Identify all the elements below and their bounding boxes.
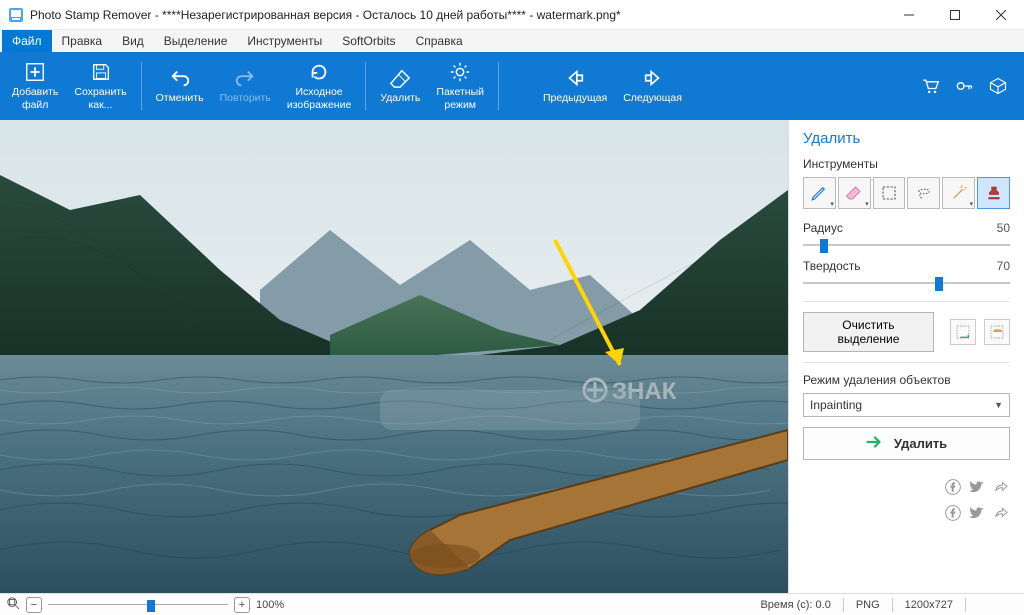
ribbon-label: Исходное изображение — [287, 86, 351, 110]
key-icon[interactable] — [952, 74, 976, 98]
lasso-tool[interactable] — [907, 177, 940, 209]
radius-slider[interactable] — [803, 237, 1010, 253]
save-as-button[interactable]: Сохранить как... — [66, 56, 134, 116]
batch-mode-button[interactable]: Пакетный режим — [428, 56, 492, 116]
titlebar: Photo Stamp Remover - ****Незарегистриро… — [0, 0, 1024, 30]
panel-heading: Удалить — [803, 130, 1010, 147]
eraser-tool[interactable]: ▾ — [838, 177, 871, 209]
hardness-slider[interactable] — [803, 275, 1010, 291]
zoom-percent: 100% — [256, 599, 284, 611]
main-area: ЗНАК Удалить Инструменты ▾ ▾ ▾ Радиус 50 — [0, 120, 1024, 593]
ribbon-label: Отменить — [156, 92, 204, 104]
zoom-slider[interactable] — [48, 597, 228, 613]
ribbon-label: Добавить файл — [12, 86, 58, 110]
share-icon[interactable] — [992, 478, 1010, 496]
stamp-tool[interactable] — [977, 177, 1010, 209]
ribbon-label: Повторить — [220, 92, 271, 104]
time-label: Время (с): — [760, 599, 812, 611]
window-title: Photo Stamp Remover - ****Незарегистриро… — [30, 8, 886, 22]
redo-icon — [234, 67, 256, 89]
remove-mode-select[interactable]: Inpainting ▼ — [803, 393, 1010, 417]
menu-tools[interactable]: Инструменты — [237, 30, 332, 52]
share-icon-2[interactable] — [992, 504, 1010, 522]
add-file-button[interactable]: Добавить файл — [4, 56, 66, 116]
ribbon-label: Следующая — [623, 92, 682, 104]
maximize-button[interactable] — [932, 0, 978, 29]
undo-button[interactable]: Отменить — [148, 56, 212, 116]
next-image-button[interactable]: Следующая — [615, 56, 690, 116]
format-label: PNG — [856, 599, 880, 611]
canvas[interactable]: ЗНАК — [0, 120, 788, 593]
menu-selection[interactable]: Выделение — [154, 30, 238, 52]
facebook-icon-2[interactable] — [944, 504, 962, 522]
reset-image-button[interactable]: Исходное изображение — [279, 56, 359, 116]
arrow-right-icon — [642, 67, 664, 89]
marquee-tool[interactable] — [873, 177, 906, 209]
remove-action-button[interactable]: Удалить — [803, 427, 1010, 460]
arrow-right-green-icon — [866, 435, 884, 452]
radius-label: Радиус — [803, 221, 991, 235]
ribbon-label: Сохранить как... — [74, 86, 126, 110]
twitter-icon[interactable] — [968, 478, 986, 496]
selection-load-icon[interactable] — [984, 319, 1010, 345]
statusbar: − + 100% Время (с): 0.0 PNG 1200x727 — [0, 593, 1024, 615]
magic-wand-tool[interactable]: ▾ — [942, 177, 975, 209]
minimize-button[interactable] — [886, 0, 932, 29]
menu-softorbits[interactable]: SoftOrbits — [332, 30, 405, 52]
ribbon-toolbar: Добавить файл Сохранить как... Отменить … — [0, 52, 1024, 120]
pencil-tool[interactable]: ▾ — [803, 177, 836, 209]
menu-file[interactable]: Файл — [2, 30, 52, 52]
remove-button[interactable]: Удалить — [372, 56, 428, 116]
app-icon — [8, 7, 24, 23]
facebook-icon[interactable] — [944, 478, 962, 496]
ribbon-label: Удалить — [380, 92, 420, 104]
menu-edit[interactable]: Правка — [52, 30, 113, 52]
refresh-icon — [308, 61, 330, 83]
radius-value: 50 — [997, 221, 1010, 235]
hardness-value: 70 — [997, 259, 1010, 273]
eraser-icon — [389, 67, 411, 89]
side-panel: Удалить Инструменты ▾ ▾ ▾ Радиус 50 Твер… — [788, 120, 1024, 593]
tools-label: Инструменты — [803, 157, 1010, 171]
zoom-out-button[interactable]: − — [26, 597, 42, 613]
menu-view[interactable]: Вид — [112, 30, 154, 52]
ribbon-label: Пакетный режим — [436, 86, 484, 110]
menu-help[interactable]: Справка — [406, 30, 473, 52]
social-links — [803, 478, 1010, 522]
remove-mode-value: Inpainting — [810, 398, 862, 412]
cart-icon[interactable] — [918, 74, 942, 98]
tool-row: ▾ ▾ ▾ — [803, 177, 1010, 209]
zoom-in-button[interactable]: + — [234, 597, 250, 613]
hardness-label: Твердость — [803, 259, 991, 273]
ribbon-label: Предыдущая — [543, 92, 607, 104]
gear-icon — [449, 61, 471, 83]
clear-selection-button[interactable]: Очистить выделение — [803, 312, 934, 352]
package-icon[interactable] — [986, 74, 1010, 98]
arrow-left-icon — [564, 67, 586, 89]
prev-image-button[interactable]: Предыдущая — [535, 56, 615, 116]
undo-icon — [169, 67, 191, 89]
fit-icon[interactable] — [6, 596, 20, 613]
twitter-icon-2[interactable] — [968, 504, 986, 522]
menubar: Файл Правка Вид Выделение Инструменты So… — [0, 30, 1024, 52]
close-button[interactable] — [978, 0, 1024, 29]
plus-icon — [24, 61, 46, 83]
remove-action-label: Удалить — [894, 436, 947, 451]
dimensions-label: 1200x727 — [905, 599, 953, 611]
time-value: 0.0 — [816, 599, 831, 611]
selection-save-icon[interactable] — [950, 319, 976, 345]
save-icon — [90, 61, 112, 83]
remove-mode-label: Режим удаления объектов — [803, 373, 1010, 387]
redo-button[interactable]: Повторить — [212, 56, 279, 116]
chevron-down-icon: ▼ — [994, 400, 1003, 410]
